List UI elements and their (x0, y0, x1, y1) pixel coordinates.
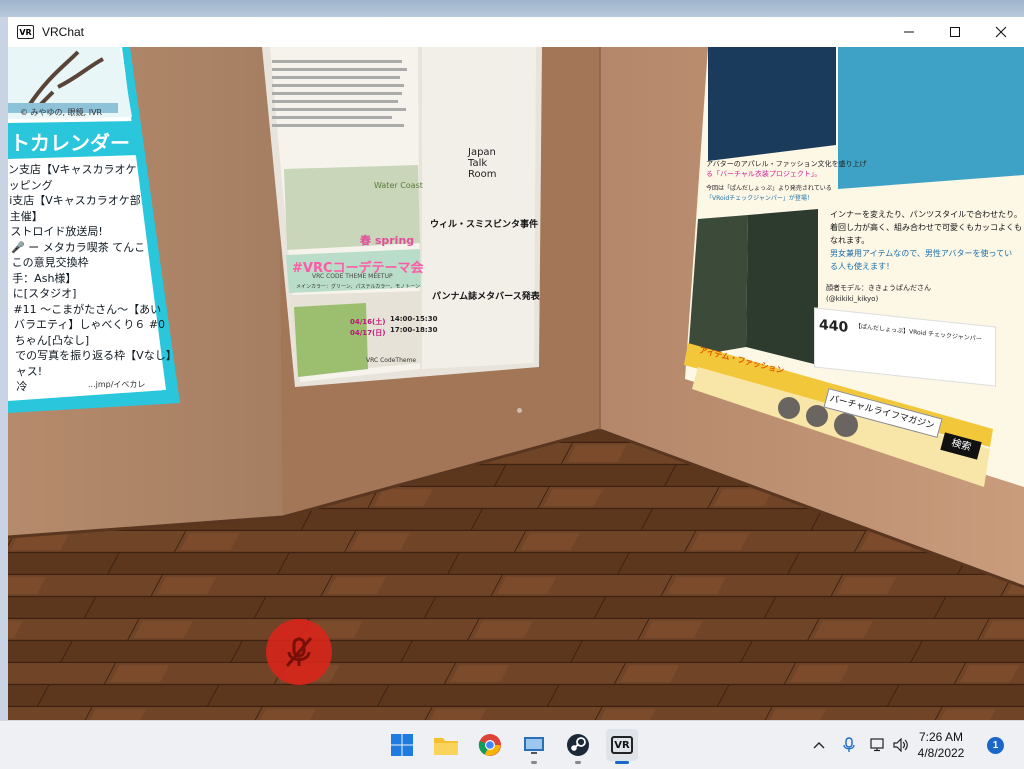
caption-line-1: インナーを変えたり、パンツスタイルで合わせたり。 (830, 210, 1022, 219)
vrchat-taskbar-icon: VR (611, 736, 633, 754)
clock-button[interactable]: 7:26 AM 4/8/2022 (906, 729, 976, 761)
promo-line-1: アバターのアパレル・ファッション文化を盛り上げ (706, 160, 867, 168)
chrome-button[interactable] (474, 729, 506, 761)
steam-icon (567, 734, 589, 756)
tray-overflow-button[interactable] (808, 741, 830, 749)
news-poster[interactable]: Japan Talk Room Water Coast 春 spring #VR… (262, 47, 547, 387)
event-date-1: 04/16(土) (350, 318, 386, 326)
close-icon (995, 26, 1007, 38)
notification-badge[interactable]: 1 (987, 737, 1004, 754)
page-dot-2[interactable] (806, 405, 828, 427)
event-date-2: 04/17(日) (350, 329, 386, 337)
caption-line-5: る人も使えます！ (830, 262, 894, 271)
calendar-event-line: バラエティ】しゃべくり６ #0 (14, 318, 166, 331)
promo-line-2: る「バーチャル衣装プロジェクト」。 (706, 170, 822, 178)
calendar-event-line: ャス! (15, 364, 43, 378)
calendar-event-line: ちゃん[凸なし] (14, 333, 90, 347)
banner-text: アイテム・ファッション (698, 345, 785, 376)
calendar-event-line: この意見交換枠 (11, 256, 89, 269)
code-theme-description: メインカラー：グリーン、パステルカラー、モノトーン (296, 284, 421, 290)
maximize-button[interactable] (932, 17, 978, 47)
calendar-event-line: 🎤 ー メタカラ喫茶 てんこ (11, 240, 146, 254)
start-button[interactable] (386, 729, 418, 761)
maximize-icon (950, 27, 960, 37)
running-indicator (531, 761, 537, 764)
product-price: 440 (819, 316, 849, 337)
calendar-event-line: 冷 (16, 380, 28, 393)
network-tray-button[interactable] (864, 738, 890, 752)
microphone-icon (843, 737, 855, 752)
event-time-2: 17:00-18:30 (390, 326, 438, 334)
japan-talk-logo: Japan Talk Room (468, 147, 497, 180)
promo-line-3: 今回は「ぱんだしょっぷ」より発売されている (706, 185, 832, 192)
remote-desktop-button[interactable] (518, 729, 550, 764)
product-title: 【ぱんだしょっぷ】VRoid チェックジャンパー (855, 322, 982, 344)
article-headline-2: パンナム誌メタバース発表 (432, 292, 540, 302)
network-icon (870, 738, 884, 752)
taskbar: VR 7:26 AM 4/8/2022 1 (0, 720, 1024, 769)
active-indicator (615, 761, 629, 764)
product-card[interactable]: 440 【ぱんだしょっぷ】VRoid チェックジャンパー (814, 307, 996, 387)
calendar-event-line: ッピング (8, 178, 53, 192)
spring-label: 春 spring (360, 234, 415, 247)
event-calendar-board[interactable]: © みやゆの, 眼鏡, IVR トカレンダー ン支店【Vキャスカラオケ ッピング i… (8, 47, 178, 417)
caption-line-2: 着回し力が高く、組み合わせで可愛くもカッコよくも (830, 223, 1022, 232)
remote-desktop-icon (524, 737, 544, 754)
caption-line-4: 男女兼用アイテムなので、男性アバターを使ってい (830, 249, 1013, 258)
steam-button[interactable] (562, 729, 594, 764)
code-theme-subtitle: VRC CODE THEME MEETUP (312, 273, 393, 280)
calendar-event-line: #11 〜こまがたさん〜【あい (13, 302, 162, 316)
virtual-life-magazine-poster[interactable]: アバターのアパレル・ファッション文化を盛り上げ る「バーチャル衣装プロジェクト」… (684, 47, 1024, 487)
vrchat-app-icon: VR (17, 25, 34, 39)
season-label: Water Coast (374, 181, 423, 190)
vr-world-viewport[interactable]: © みやゆの, 眼鏡, IVR トカレンダー ン支店【Vキャスカラオケ ッピング i… (8, 47, 1024, 720)
vrchat-window: VR VRChat © みやゆの, 眼鏡, IVR トカレンダー ン支店【Vキャ… (8, 17, 1024, 720)
calendar-event-line: に[スタジオ] (12, 287, 77, 300)
desktop-strip (0, 0, 1024, 17)
window-title: VRChat (42, 25, 85, 39)
calendar-credit: © みやゆの, 眼鏡, IVR (20, 108, 103, 117)
calendar-event-line: ストロイド放送局! (10, 225, 103, 238)
file-explorer-icon (434, 738, 458, 755)
page-dot-3[interactable] (834, 413, 858, 437)
file-explorer-button[interactable] (430, 729, 462, 761)
article-headline-1: ウィル・スミスビンタ事件 (430, 220, 539, 230)
calendar-event-line: 手：Ash様】 (12, 271, 77, 285)
calendar-event-line: ン支店【Vキャスカラオケ (8, 163, 137, 176)
mic-muted-indicator[interactable] (266, 619, 332, 685)
clock-time: 7:26 AM (918, 730, 964, 744)
calendar-url: ...jmp/イベカレ (88, 380, 146, 389)
close-button[interactable] (978, 17, 1024, 47)
title-bar[interactable]: VR VRChat (8, 17, 1024, 47)
newspaper-body-text (272, 55, 412, 132)
calendar-heading: トカレンダー (10, 131, 130, 155)
page-dot-1[interactable] (778, 397, 800, 419)
minimize-button[interactable] (886, 17, 932, 47)
magazine-search-button[interactable]: 検索 (940, 432, 982, 460)
crosshair-dot (517, 408, 522, 413)
calendar-event-line: での写真を振り返る枠【Vなし】 (15, 349, 177, 362)
calendar-event-line: i支店【Vキャスカラオケ部 (9, 194, 141, 207)
calendar-event-list: ン支店【Vキャスカラオケ ッピング i支店【Vキャスカラオケ部 主催】ストロイド放送局… (8, 161, 178, 411)
vrchat-taskbar-button[interactable]: VR (606, 729, 638, 764)
calendar-event-line: 主催】 (9, 209, 43, 223)
event-time-1: 14:00-15:30 (390, 315, 438, 323)
running-indicator (575, 761, 581, 764)
code-theme-brand: VRC CodeTheme (366, 357, 417, 364)
system-tray (808, 721, 912, 769)
mic-muted-icon (285, 637, 313, 667)
model-credit: 顔者モデル：ききょうぱんださん (826, 284, 931, 292)
minimize-icon (904, 31, 914, 33)
chevron-up-icon (813, 742, 825, 749)
clock-date: 4/8/2022 (917, 746, 965, 760)
microphone-tray-button[interactable] (834, 737, 864, 753)
model-handle: (@kikiki_kikyo) (826, 295, 879, 303)
caption-line-3: なれます。 (830, 236, 870, 245)
promo-line-4: 「VRoidチェックジャンパー」が登場！ (706, 195, 813, 202)
chrome-icon (478, 734, 501, 756)
windows-start-icon (391, 734, 413, 756)
